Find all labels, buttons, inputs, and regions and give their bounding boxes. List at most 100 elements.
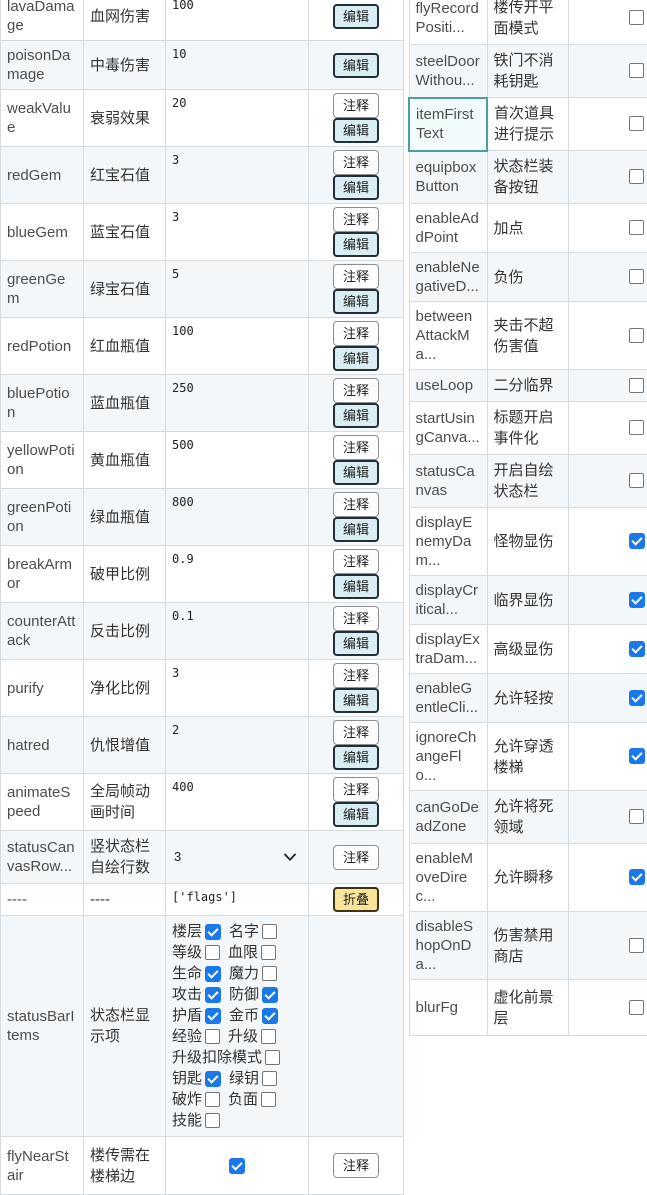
flag-checkbox[interactable] — [629, 169, 644, 184]
config-key-cell[interactable]: blueGem — [1, 204, 84, 261]
edit-button[interactable]: 编辑 — [333, 688, 379, 713]
grid-item-checkbox[interactable] — [262, 924, 277, 939]
config-key-cell[interactable]: hatred — [1, 717, 84, 774]
edit-button[interactable]: 编辑 — [333, 175, 379, 200]
edit-button[interactable]: 编辑 — [333, 346, 379, 371]
config-key-cell[interactable]: itemFirstText — [409, 98, 487, 151]
config-key-cell[interactable]: displayCritical... — [409, 576, 487, 625]
grid-item-checkbox[interactable] — [261, 1029, 276, 1044]
config-key-cell[interactable]: lavaDamage — [1, 0, 84, 41]
config-key-cell[interactable]: poisonDamage — [1, 41, 84, 90]
edit-button[interactable]: 编辑 — [333, 403, 379, 428]
config-key-cell[interactable]: displayEnemyDam... — [409, 508, 487, 576]
grid-item-checkbox[interactable] — [262, 1008, 278, 1024]
config-key-cell[interactable]: yellowPotion — [1, 432, 84, 489]
annotate-button[interactable]: 注释 — [333, 264, 379, 289]
flag-checkbox[interactable] — [629, 641, 645, 657]
edit-button[interactable]: 编辑 — [333, 118, 379, 143]
config-key-cell[interactable]: greenPotion — [1, 489, 84, 546]
flag-checkbox[interactable] — [629, 473, 644, 488]
annotate-button[interactable]: 注释 — [333, 150, 379, 175]
config-key-cell[interactable]: blurFg — [409, 980, 487, 1036]
config-key-cell[interactable]: disableShopOnDa... — [409, 912, 487, 980]
flag-checkbox[interactable] — [629, 10, 644, 25]
grid-item-checkbox[interactable] — [262, 966, 277, 981]
edit-button[interactable]: 编辑 — [333, 574, 379, 599]
config-key-cell[interactable]: displayExtraDam... — [409, 625, 487, 674]
flag-checkbox[interactable] — [629, 1000, 644, 1015]
collapse-button[interactable]: 折叠 — [333, 887, 379, 912]
grid-item-checkbox[interactable] — [205, 987, 221, 1003]
flag-checkbox[interactable] — [629, 748, 645, 764]
config-key-cell[interactable]: equipboxButton — [409, 151, 487, 204]
flag-checkbox[interactable] — [629, 809, 644, 824]
annotate-button[interactable]: 注释 — [333, 378, 379, 403]
edit-button[interactable]: 编辑 — [333, 802, 379, 827]
grid-item-checkbox[interactable] — [261, 945, 276, 960]
config-key-cell[interactable]: canGoDeadZone — [409, 791, 487, 844]
config-key-cell[interactable]: counterAttack — [1, 603, 84, 660]
edit-button[interactable]: 编辑 — [333, 232, 379, 257]
grid-item-checkbox[interactable] — [205, 945, 220, 960]
config-key-cell[interactable]: flyNearStair — [1, 1137, 84, 1195]
config-key-cell[interactable]: enableAddPoint — [409, 204, 487, 253]
edit-button[interactable]: 编辑 — [333, 4, 379, 29]
config-key-cell[interactable]: enableMoveDirec... — [409, 844, 487, 912]
flag-checkbox[interactable] — [629, 220, 644, 235]
grid-item-checkbox[interactable] — [205, 1113, 220, 1128]
config-key-cell[interactable]: statusCanvasRow... — [1, 831, 84, 884]
config-key-cell[interactable]: ---- — [1, 884, 84, 916]
grid-item-checkbox[interactable] — [205, 1008, 221, 1024]
annotate-button[interactable]: 注释 — [333, 777, 379, 802]
grid-item-checkbox[interactable] — [205, 1092, 220, 1107]
flag-checkbox[interactable] — [629, 116, 644, 131]
config-key-cell[interactable]: purify — [1, 660, 84, 717]
grid-item-checkbox[interactable] — [261, 1092, 276, 1107]
edit-button[interactable]: 编辑 — [333, 53, 379, 78]
edit-button[interactable]: 编辑 — [333, 745, 379, 770]
annotate-button[interactable]: 注释 — [333, 720, 379, 745]
flag-checkbox[interactable] — [629, 328, 644, 343]
config-key-cell[interactable]: redPotion — [1, 318, 84, 375]
config-key-cell[interactable]: betweenAttackMa... — [409, 302, 487, 370]
grid-item-checkbox[interactable] — [205, 1071, 221, 1087]
config-key-cell[interactable]: greenGem — [1, 261, 84, 318]
annotate-button[interactable]: 注释 — [333, 435, 379, 460]
config-key-cell[interactable]: useLoop — [409, 370, 487, 402]
grid-item-checkbox[interactable] — [262, 987, 278, 1003]
flag-checkbox[interactable] — [629, 592, 645, 608]
annotate-button[interactable]: 注释 — [333, 321, 379, 346]
grid-item-checkbox[interactable] — [205, 966, 221, 982]
annotate-button[interactable]: 注释 — [333, 845, 379, 870]
flag-checkbox[interactable] — [629, 869, 645, 885]
config-key-cell[interactable]: weakValue — [1, 90, 84, 147]
grid-item-checkbox[interactable] — [265, 1050, 280, 1065]
config-key-cell[interactable]: ignoreChangeFlo... — [409, 723, 487, 791]
value-checkbox[interactable] — [229, 1158, 245, 1174]
annotate-button[interactable]: 注释 — [333, 1153, 379, 1178]
flag-checkbox[interactable] — [629, 420, 644, 435]
config-key-cell[interactable]: flyRecordPositi... — [409, 0, 487, 45]
annotate-button[interactable]: 注释 — [333, 207, 379, 232]
config-key-cell[interactable]: redGem — [1, 147, 84, 204]
annotate-button[interactable]: 注释 — [333, 663, 379, 688]
grid-item-checkbox[interactable] — [262, 1071, 277, 1086]
flag-checkbox[interactable] — [629, 63, 644, 78]
flag-checkbox[interactable] — [629, 690, 645, 706]
annotate-button[interactable]: 注释 — [333, 93, 379, 118]
flag-checkbox[interactable] — [629, 938, 644, 953]
annotate-button[interactable]: 注释 — [333, 606, 379, 631]
config-key-cell[interactable]: enableGentleCli... — [409, 674, 487, 723]
edit-button[interactable]: 编辑 — [333, 289, 379, 314]
config-key-cell[interactable]: enableNegativeD... — [409, 253, 487, 302]
config-key-cell[interactable]: breakArmor — [1, 546, 84, 603]
annotate-button[interactable]: 注释 — [333, 549, 379, 574]
flag-checkbox[interactable] — [629, 269, 644, 284]
config-key-cell[interactable]: startUsingCanva... — [409, 402, 487, 455]
config-key-cell[interactable]: statusBarItems — [1, 916, 84, 1137]
grid-item-checkbox[interactable] — [205, 924, 221, 940]
config-key-cell[interactable]: bluePotion — [1, 375, 84, 432]
config-key-cell[interactable]: statusCanvas — [409, 455, 487, 508]
edit-button[interactable]: 编辑 — [333, 460, 379, 485]
config-key-cell[interactable]: steelDoorWithou... — [409, 45, 487, 98]
